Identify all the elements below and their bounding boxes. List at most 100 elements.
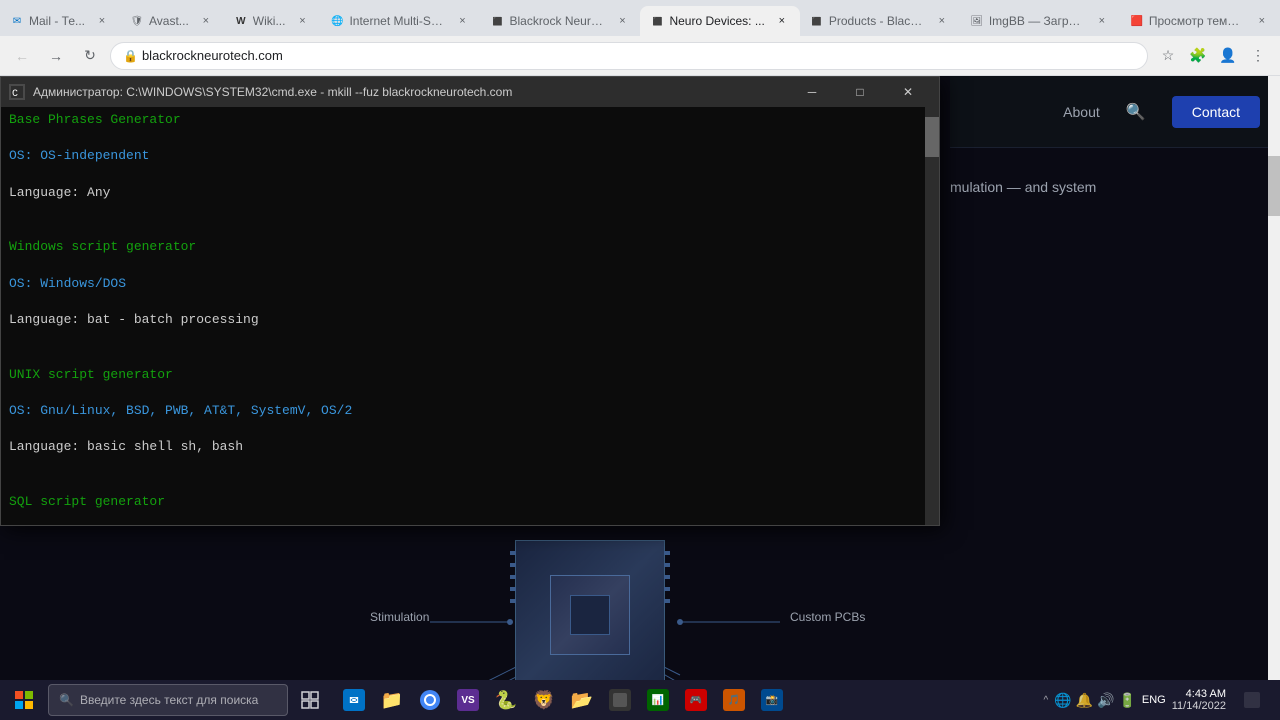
cmd-scrollbar[interactable] bbox=[925, 107, 939, 525]
browser-frame: ✉ Mail - Те... × 🛡 Avast... × W Wiki... … bbox=[0, 0, 1280, 720]
taskbar-app-chrome[interactable] bbox=[412, 682, 448, 718]
taskbar-app-12[interactable]: 📸 bbox=[754, 682, 790, 718]
tab-wiki[interactable]: W Wiki... × bbox=[224, 6, 321, 36]
cmd-line-1: Base Phrases Generator bbox=[9, 111, 931, 129]
tab-avast-close[interactable]: × bbox=[198, 13, 214, 29]
app11-icon: 🎵 bbox=[723, 689, 745, 711]
cmd-line-8: OS: Gnu/Linux, BSD, PWB, AT&T, SystemV, … bbox=[9, 402, 931, 420]
language-indicator[interactable]: ENG bbox=[1142, 694, 1166, 706]
tab-mail-label: Mail - Те... bbox=[29, 14, 85, 28]
tab-internet-multi-close[interactable]: × bbox=[454, 13, 470, 29]
tab-avast[interactable]: 🛡 Avast... × bbox=[120, 6, 224, 36]
extensions-button[interactable]: 🧩 bbox=[1184, 42, 1212, 70]
forward-button[interactable]: → bbox=[42, 42, 70, 70]
tab-products-label: Products - Blackro... bbox=[829, 14, 925, 28]
menu-button[interactable]: ⋮ bbox=[1244, 42, 1272, 70]
tab-mail-close[interactable]: × bbox=[94, 13, 110, 29]
tray-volume-icon[interactable]: 🔊 bbox=[1097, 692, 1114, 709]
cmd-line-7: UNIX script generator bbox=[9, 366, 931, 384]
app10-icon: 🎮 bbox=[685, 689, 707, 711]
taskbar-app-11[interactable]: 🎵 bbox=[716, 682, 752, 718]
tab-mail[interactable]: ✉ Mail - Те... × bbox=[0, 6, 120, 36]
cmd-line-2: OS: OS-independent bbox=[9, 147, 931, 165]
tab-wiki-label: Wiki... bbox=[253, 14, 286, 28]
tab-imgbb-close[interactable]: × bbox=[1094, 13, 1110, 29]
custom-pcbs-label: Custom PCBs bbox=[790, 610, 865, 624]
taskbar-app-9[interactable]: 📊 bbox=[640, 682, 676, 718]
header-search-button[interactable]: 🔍 bbox=[1120, 96, 1152, 128]
taskbar-search[interactable]: 🔍 Введите здесь текст для поиска bbox=[48, 684, 288, 716]
taskbar-app-vscode[interactable]: VS bbox=[450, 682, 486, 718]
tab-blackrock-close[interactable]: × bbox=[614, 13, 630, 29]
header-contact-button[interactable]: Contact bbox=[1172, 96, 1260, 128]
tab-internet-multi[interactable]: 🌐 Internet Multi-Sea... × bbox=[320, 6, 480, 36]
svg-text:C: C bbox=[12, 89, 18, 98]
cmd-line-6: Language: bat - batch processing bbox=[9, 311, 931, 329]
cmd-line-5: OS: Windows/DOS bbox=[9, 275, 931, 293]
cmd-minimize-button[interactable]: ─ bbox=[789, 77, 835, 107]
taskbar-app-yellow-folder[interactable]: 📂 bbox=[564, 682, 600, 718]
task-view-button[interactable] bbox=[292, 682, 328, 718]
tab-neuro-devices-close[interactable]: × bbox=[774, 13, 790, 29]
products-favicon: ⬛ bbox=[810, 14, 824, 28]
header-about-link[interactable]: About bbox=[1063, 104, 1100, 120]
cmd-line-9: Language: basic shell sh, bash bbox=[9, 438, 931, 456]
reload-button[interactable]: ↻ bbox=[76, 42, 104, 70]
chip-core bbox=[570, 595, 610, 635]
clock-area[interactable]: 4:43 AM 11/14/2022 bbox=[1172, 688, 1226, 712]
vscode-icon: VS bbox=[457, 689, 479, 711]
bookmark-button[interactable]: ☆ bbox=[1154, 42, 1182, 70]
tab-wiki-close[interactable]: × bbox=[294, 13, 310, 29]
cmd-titlebar: C Администратор: C:\WINDOWS\SYSTEM32\cmd… bbox=[1, 77, 939, 107]
imgbb-favicon: 🖼 bbox=[970, 14, 984, 28]
tab-prosmotr[interactable]: 🟥 Просмотр темы - ... × bbox=[1120, 6, 1280, 36]
task-view-icon bbox=[301, 691, 319, 709]
prosmotr-favicon: 🟥 bbox=[1130, 14, 1144, 28]
profile-button[interactable]: 👤 bbox=[1214, 42, 1242, 70]
internet-multi-favicon: 🌐 bbox=[330, 14, 344, 28]
website-hero-snippet: mulation — and system bbox=[950, 179, 1096, 195]
taskbar-search-icon: 🔍 bbox=[59, 693, 74, 707]
tab-prosmotr-label: Просмотр темы - ... bbox=[1149, 14, 1245, 28]
tab-prosmotr-close[interactable]: × bbox=[1254, 13, 1270, 29]
taskbar-search-placeholder: Введите здесь текст для поиска bbox=[80, 693, 258, 707]
tab-imgbb[interactable]: 🖼 ImgBB — Загрузи... × bbox=[960, 6, 1120, 36]
website-hero-text: mulation — and system bbox=[950, 176, 1250, 198]
tray-notification-icon[interactable]: 🔔 bbox=[1076, 692, 1093, 709]
cmd-maximize-button[interactable]: □ bbox=[837, 77, 883, 107]
tray-network-icon[interactable]: 🌐 bbox=[1054, 692, 1071, 709]
taskbar-app-brave[interactable]: 🦁 bbox=[526, 682, 562, 718]
tab-internet-multi-label: Internet Multi-Sea... bbox=[349, 14, 445, 28]
tray-overflow-button[interactable]: ^ bbox=[1043, 695, 1048, 706]
cmd-output: Base Phrases Generator OS: OS-independen… bbox=[9, 111, 931, 525]
taskbar-app-explorer[interactable]: 📁 bbox=[374, 682, 410, 718]
tab-neuro-devices[interactable]: ⬛ Neuro Devices: ... × bbox=[640, 6, 799, 36]
tab-blackrock-label: Blackrock Neurote... bbox=[509, 14, 605, 28]
tab-neuro-devices-label: Neuro Devices: ... bbox=[669, 14, 764, 28]
tray-battery-icon[interactable]: 🔋 bbox=[1118, 692, 1135, 709]
cmd-line-10: SQL script generator bbox=[9, 493, 931, 511]
tray-icons: 🌐 🔔 🔊 🔋 bbox=[1054, 692, 1136, 709]
taskbar: 🔍 Введите здесь текст для поиска ✉ 📁 bbox=[0, 680, 1280, 720]
cmd-line-4: Windows script generator bbox=[9, 238, 931, 256]
back-button[interactable]: ← bbox=[8, 42, 36, 70]
notification-center-button[interactable] bbox=[1232, 680, 1272, 720]
taskbar-app-5[interactable]: 🐍 bbox=[488, 682, 524, 718]
content-area: About 🔍 Contact mulation — and system bbox=[0, 76, 1280, 720]
address-input[interactable]: 🔒 blackrockneurotech.com bbox=[110, 42, 1148, 70]
start-button[interactable] bbox=[0, 680, 48, 720]
system-date: 11/14/2022 bbox=[1172, 700, 1226, 712]
cmd-body: Base Phrases Generator OS: OS-independen… bbox=[1, 107, 939, 525]
taskbar-app-outlook[interactable]: ✉ bbox=[336, 682, 372, 718]
tab-products-blackrock[interactable]: ⬛ Products - Blackro... × bbox=[800, 6, 960, 36]
website-scrollbar[interactable] bbox=[1268, 76, 1280, 720]
chip-pins-right bbox=[664, 551, 670, 603]
tab-blackrock[interactable]: ⬛ Blackrock Neurote... × bbox=[480, 6, 640, 36]
taskbar-app-10[interactable]: 🎮 bbox=[678, 682, 714, 718]
taskbar-app-8[interactable] bbox=[602, 682, 638, 718]
website-header: About 🔍 Contact bbox=[950, 76, 1280, 148]
tab-products-close[interactable]: × bbox=[934, 13, 950, 29]
tab-avast-label: Avast... bbox=[149, 14, 189, 28]
cmd-close-button[interactable]: ✕ bbox=[885, 77, 931, 107]
avast-favicon: 🛡 bbox=[130, 14, 144, 28]
